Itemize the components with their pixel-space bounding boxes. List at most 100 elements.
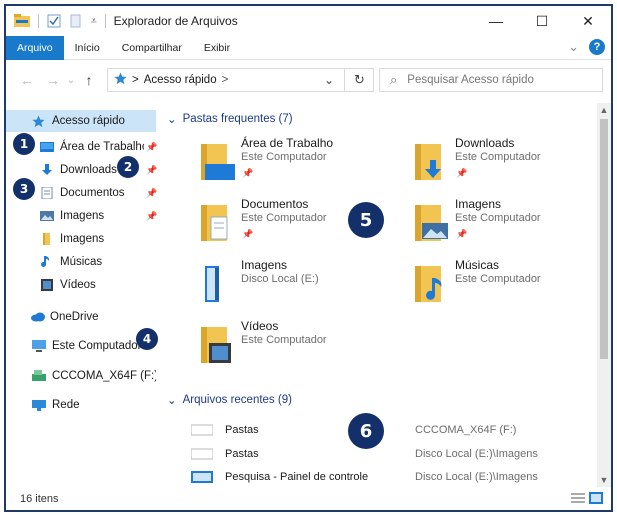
drive-icon (32, 370, 46, 382)
new-folder-icon[interactable] (69, 14, 85, 28)
tile-name: Imagens (241, 258, 288, 272)
help-icon[interactable]: ? (589, 39, 605, 55)
sidebar-item-imagens[interactable]: Imagens (40, 228, 144, 250)
sidebar-item-rede[interactable]: Rede (32, 394, 142, 416)
sidebar-item-onedrive[interactable]: OneDrive (30, 306, 150, 328)
back-arrow-icon[interactable]: ← (16, 72, 38, 88)
sidebar-item-area-de-trabalho[interactable]: Área de Trabalho (40, 136, 144, 158)
videos-folder-icon (199, 325, 235, 365)
tile-location: Este Computador (241, 151, 327, 163)
forward-arrow-icon[interactable]: → (42, 72, 64, 88)
recent-file-row[interactable]: Pastas Disco Local (E:)\Imagens (190, 444, 591, 464)
customize-toolbar-icon[interactable]: ⩡ (91, 16, 97, 27)
recent-file-location: CCCOMA_X64F (F:) (415, 424, 517, 436)
tile-location: Este Computador (455, 273, 541, 285)
tile-location: Este Computador (241, 212, 327, 224)
onedrive-cloud-icon (30, 311, 45, 323)
vertical-scrollbar[interactable]: ▲ ▼ (597, 103, 611, 487)
window-title: Explorador de Arquivos (113, 14, 238, 28)
tile-location: Este Computador (455, 151, 541, 163)
recent-file-row[interactable]: Pastas CCCOMA_X64F (F:) (190, 420, 591, 440)
group-header-label: Pastas frequentes (7) (182, 113, 293, 125)
folder-tile-musicas[interactable]: Músicas Este Computador (413, 258, 597, 316)
tab-exibir[interactable]: Exibir (193, 36, 241, 60)
folder-tile-imagens-disco-e[interactable]: Imagens Disco Local (E:) (199, 258, 399, 316)
recent-file-location: Disco Local (E:)\Imagens (415, 448, 538, 460)
scroll-down-icon[interactable]: ▼ (597, 475, 611, 485)
tile-location: Este Computador (455, 212, 541, 224)
expand-ribbon-icon[interactable]: ⌄ (568, 39, 579, 55)
sidebar-item-label: Acesso rápido (52, 115, 125, 127)
sidebar-item-label: Rede (52, 399, 80, 411)
sidebar-item-label: OneDrive (50, 311, 99, 323)
breadcrumb-acesso-rapido[interactable]: Acesso rápido (144, 74, 217, 86)
desktop-icon (40, 141, 54, 153)
refresh-button[interactable]: ↻ (344, 68, 374, 92)
quick-access-toolbar: ⩡ (6, 14, 108, 28)
folder-icon (40, 233, 54, 245)
pin-icon: 📌 (146, 188, 158, 198)
item-count: 16 itens (20, 493, 59, 505)
group-header-label: Arquivos recentes (9) (182, 394, 292, 406)
tile-name: Área de Trabalho (241, 136, 334, 150)
view-switcher (571, 492, 603, 504)
pictures-icon (40, 210, 54, 222)
large-icons-view-icon[interactable] (589, 492, 603, 504)
folder-tile-area-de-trabalho[interactable]: Área de Trabalho Este Computador 📌 (199, 136, 399, 194)
file-explorer-window: ⩡ Explorador de Arquivos — ☐ ✕ Arquivo I… (4, 4, 613, 512)
sidebar-item-acesso-rapido[interactable]: Acesso rápido (6, 110, 156, 132)
collapse-chevron-icon[interactable]: ⌄ (167, 393, 177, 407)
toolbar-divider (38, 14, 39, 28)
breadcrumb-chevron[interactable]: > (222, 74, 229, 86)
pin-icon: 📌 (242, 168, 254, 178)
close-button[interactable]: ✕ (565, 6, 611, 36)
pin-icon: 📌 (146, 142, 158, 152)
minimize-button[interactable]: — (473, 6, 519, 36)
recent-file-name: Pastas (225, 424, 259, 436)
ribbon-right-controls: ⌄ ? (568, 39, 605, 55)
toolbar-divider (104, 14, 106, 28)
sidebar-item-musicas[interactable]: Músicas (40, 251, 144, 273)
recent-file-name: Pesquisa - Painel de controle (225, 471, 369, 483)
recent-files-header[interactable]: ⌄ Arquivos recentes (9) (167, 391, 292, 409)
tab-compartilhar[interactable]: Compartilhar (111, 36, 193, 60)
pin-icon: 📌 (146, 165, 158, 175)
folder-tile-imagens-pinned[interactable]: Imagens Este Computador 📌 (413, 197, 597, 255)
shortcut-file-icon (190, 424, 214, 436)
recent-file-row[interactable]: Pesquisa - Painel de controle Disco Loca… (191, 467, 591, 487)
up-arrow-icon[interactable]: ↑ (78, 72, 100, 88)
sidebar-item-imagens-pinned[interactable]: Imagens (40, 205, 144, 227)
callout-badge-5: 5 (348, 202, 384, 238)
star-icon (114, 72, 127, 88)
sidebar-item-videos[interactable]: Vídeos (40, 274, 144, 296)
address-dropdown-icon[interactable]: ⌄ (324, 73, 334, 87)
sidebar-item-documentos[interactable]: Documentos (40, 182, 144, 204)
collapse-chevron-icon[interactable]: ⌄ (167, 112, 177, 126)
pin-icon: 📌 (456, 168, 468, 178)
recent-file-location: Disco Local (E:)\Imagens (415, 471, 538, 483)
callout-badge-4: 4 (136, 328, 158, 350)
videos-icon (40, 279, 54, 291)
maximize-button[interactable]: ☐ (519, 6, 565, 36)
frequent-folders-header[interactable]: ⌄ Pastas frequentes (7) (167, 110, 293, 128)
tab-arquivo[interactable]: Arquivo (6, 35, 64, 60)
documents-folder-icon (199, 203, 235, 243)
properties-icon[interactable] (47, 14, 63, 28)
sidebar-item-este-computador[interactable]: Este Computador (32, 335, 142, 357)
recent-locations-icon[interactable]: ⌄ (64, 75, 78, 86)
pin-icon: 📌 (242, 229, 254, 239)
folder-tile-downloads[interactable]: Downloads Este Computador 📌 (413, 136, 597, 194)
breadcrumb-separator: > (132, 74, 139, 86)
tab-inicio[interactable]: Início (64, 36, 111, 60)
scrollbar-thumb[interactable] (600, 119, 608, 359)
window-controls: — ☐ ✕ (473, 6, 611, 36)
scroll-up-icon[interactable]: ▲ (597, 105, 611, 115)
details-view-icon[interactable] (571, 492, 585, 504)
tile-location: Disco Local (E:) (241, 273, 319, 285)
pictures-folder-icon (199, 264, 235, 304)
search-box[interactable]: ⌕ Pesquisar Acesso rápido (379, 68, 603, 92)
address-bar[interactable]: > Acesso rápido > ⌄ (107, 68, 374, 92)
music-folder-icon (413, 264, 449, 304)
sidebar-item-drive-f[interactable]: CCCOMA_X64F (F:) (32, 365, 156, 387)
folder-tile-videos[interactable]: Vídeos Este Computador (199, 319, 399, 377)
